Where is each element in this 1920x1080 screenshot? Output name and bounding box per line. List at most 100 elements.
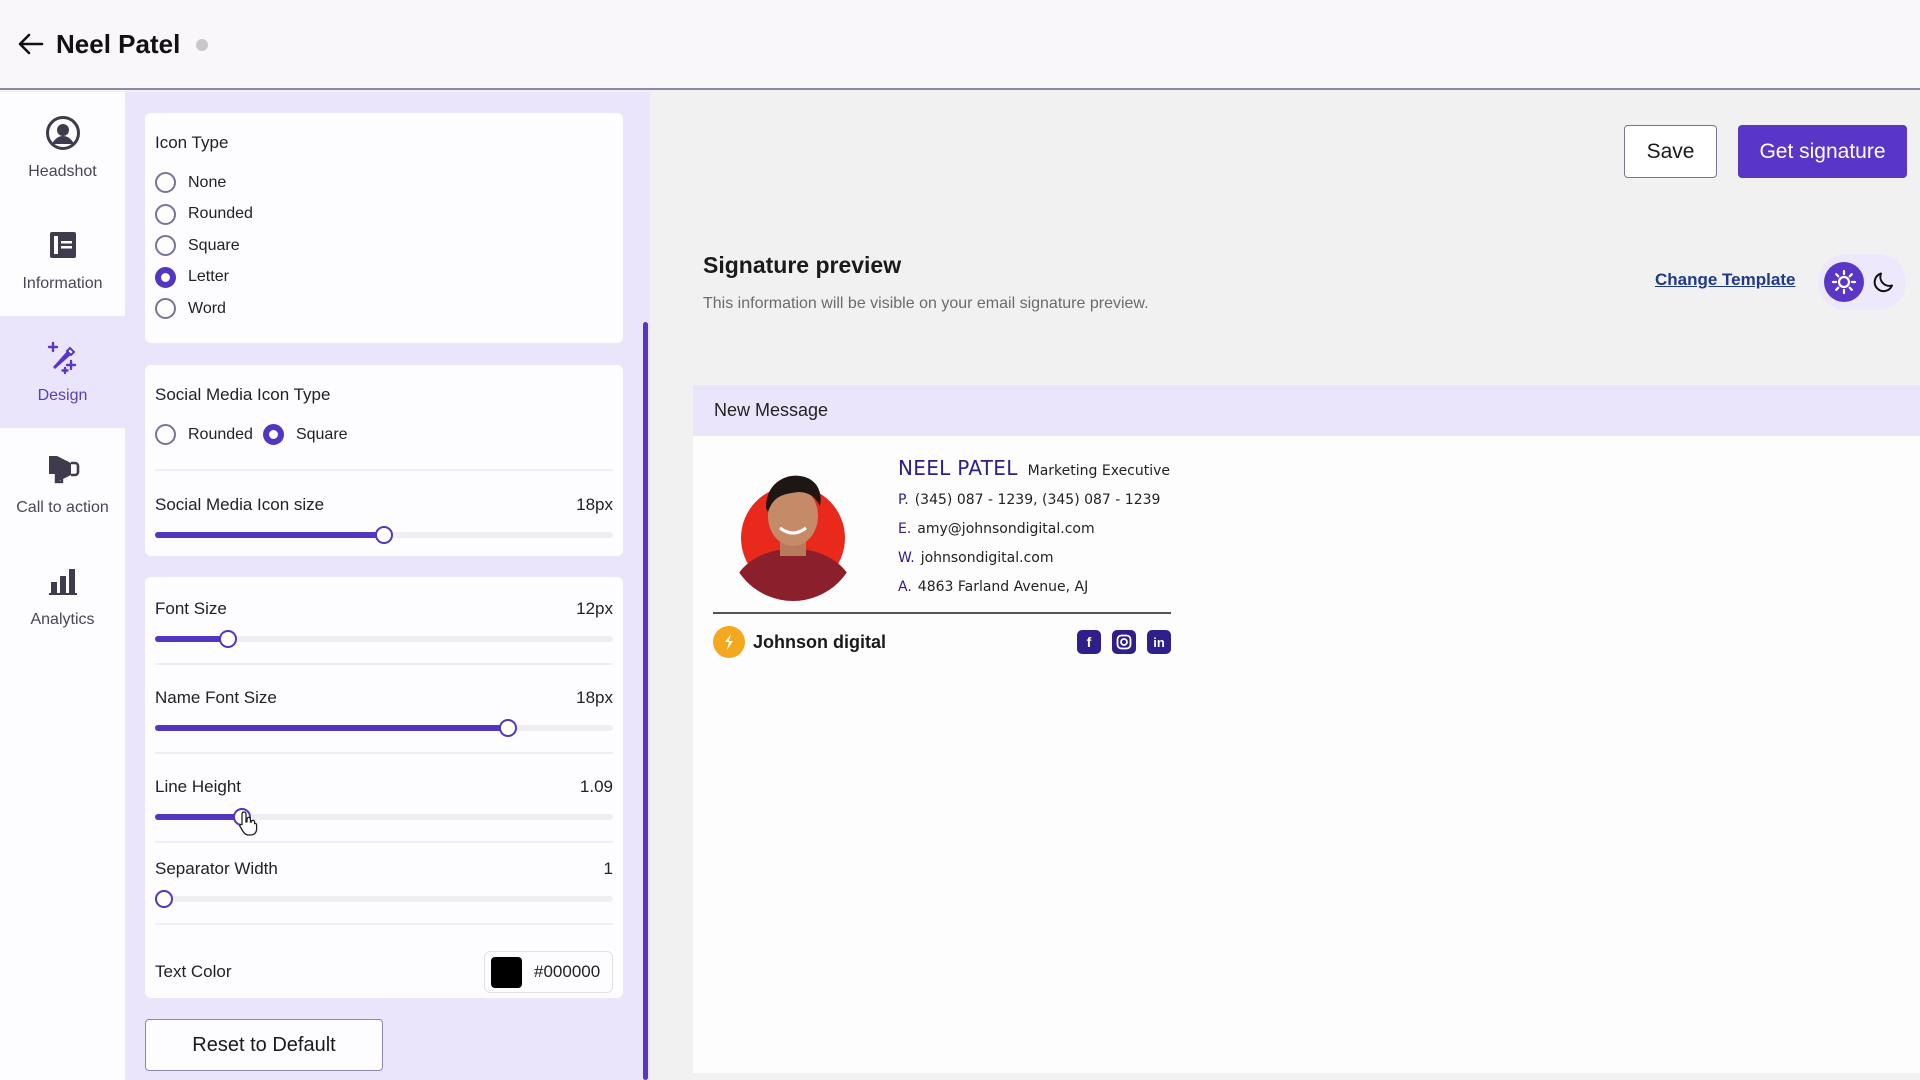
get-signature-button[interactable]: Get signature — [1738, 125, 1907, 178]
address-label: A. — [898, 579, 912, 595]
icon-type-title: Icon Type — [155, 133, 229, 152]
design-settings-panel: Icon Type None Rounded Square Letter Wor… — [125, 92, 650, 1080]
slider-track[interactable] — [155, 890, 613, 908]
color-hex-value: #000000 — [534, 962, 601, 981]
slider-track[interactable] — [155, 525, 613, 544]
sidebar-item-design[interactable]: Design — [0, 316, 125, 428]
social-icons: f in — [1066, 630, 1171, 654]
slider-label: Separator Width — [155, 859, 278, 878]
change-template-link[interactable]: Change Template — [1655, 270, 1795, 290]
email-signature: NEEL PATEL Marketing Executive P. (345) 0… — [713, 456, 1171, 658]
save-button[interactable]: Save — [1624, 125, 1717, 178]
social-media-card: Social Media Icon Type Rounded Square So… — [145, 365, 623, 556]
slider-thumb[interactable] — [219, 630, 238, 648]
slider-value: 1 — [603, 859, 613, 878]
sidebar-item-call-to-action[interactable]: Call to action — [0, 428, 125, 540]
headshot-image — [728, 466, 858, 601]
radio-button[interactable] — [155, 235, 176, 257]
social-icon-size-slider: Social Media Icon size 18px — [155, 495, 613, 544]
slider-label: Name Font Size — [155, 688, 277, 707]
divider — [155, 468, 613, 471]
signature-preview-title: Signature preview — [703, 252, 902, 278]
facebook-icon[interactable]: f — [1077, 630, 1101, 654]
theme-toggle — [1818, 254, 1906, 310]
radio-label: Square — [188, 236, 240, 254]
sidebar-item-label: Analytics — [30, 611, 95, 628]
typography-card: Font Size 12px Name Font Size 18px Line He… — [145, 577, 623, 998]
signature-preview-subtitle: This information will be visible on your… — [703, 295, 1149, 312]
radio-label: Word — [188, 299, 226, 317]
phone-label: P. — [898, 492, 909, 508]
icon-type-option-letter[interactable]: Letter — [155, 262, 613, 294]
slider-fill — [155, 636, 229, 642]
slider-track[interactable] — [155, 630, 613, 648]
radio-button-selected[interactable] — [262, 424, 284, 446]
color-swatch[interactable] — [491, 956, 522, 988]
sidebar-item-label: Call to action — [16, 499, 109, 516]
dark-theme-button[interactable] — [1864, 262, 1904, 302]
info-card-icon — [45, 227, 81, 263]
reset-to-default-button[interactable]: Reset to Default — [145, 1019, 383, 1071]
sidebar-item-label: Information — [22, 275, 103, 292]
slider-track[interactable] — [155, 719, 613, 737]
slider-thumb[interactable] — [155, 890, 174, 908]
social-icon-type-option-square[interactable]: Square — [262, 419, 348, 451]
light-theme-button[interactable] — [1824, 262, 1864, 302]
slider-fill — [155, 814, 243, 820]
instagram-icon[interactable] — [1112, 630, 1136, 654]
user-circle-icon — [45, 115, 81, 151]
page-title: Neel Patel — [56, 28, 181, 59]
radio-label: Rounded — [188, 425, 253, 443]
settings-scrollbar[interactable] — [643, 322, 648, 1080]
magic-wand-icon — [45, 339, 81, 375]
social-icon-type-option-rounded[interactable]: Rounded — [155, 419, 253, 451]
sidebar-item-information[interactable]: Information — [0, 204, 125, 316]
icon-type-option-word[interactable]: Word — [155, 293, 613, 325]
radio-label: Rounded — [188, 205, 253, 223]
sidebar-item-analytics[interactable]: Analytics — [0, 540, 125, 652]
sidebar: Headshot Information Design Call to acti… — [0, 92, 125, 1080]
linkedin-icon[interactable]: in — [1147, 630, 1171, 654]
bar-chart-icon — [45, 563, 81, 599]
status-dot — [196, 39, 209, 51]
radio-button[interactable] — [155, 298, 176, 320]
company-name: Johnson digital — [753, 631, 886, 652]
slider-value: 18px — [576, 688, 613, 707]
sidebar-item-headshot[interactable]: Headshot — [0, 92, 125, 204]
signature-phone: P. (345) 087 - 1239, (345) 087 - 1239 — [898, 492, 1170, 508]
icon-type-option-rounded[interactable]: Rounded — [155, 199, 613, 231]
icon-type-option-square[interactable]: Square — [155, 230, 613, 262]
signature-details: NEEL PATEL Marketing Executive P. (345) 0… — [898, 456, 1170, 596]
text-color-picker[interactable]: #000000 — [484, 951, 613, 993]
name-font-size-slider: Name Font Size 18px — [155, 688, 613, 737]
back-button[interactable] — [16, 29, 46, 59]
moon-icon — [1873, 272, 1893, 293]
radio-button[interactable] — [155, 424, 176, 446]
slider-value: 1.09 — [579, 777, 613, 796]
new-message-bar: New Message — [693, 385, 1920, 436]
email-value[interactable]: amy@johnsondigital.com — [917, 521, 1094, 537]
icon-type-option-none[interactable]: None — [155, 167, 613, 199]
radio-button-selected[interactable] — [155, 266, 176, 288]
website-value[interactable]: johnsondigital.com — [921, 550, 1054, 566]
slider-track[interactable] — [155, 808, 613, 826]
social-icon-type-title: Social Media Icon Type — [155, 385, 331, 404]
signature-name: NEEL PATEL — [898, 456, 1018, 480]
company-logo-icon — [713, 626, 745, 658]
radio-button[interactable] — [155, 203, 176, 225]
divider — [155, 841, 613, 843]
slider-label: Font Size — [155, 599, 227, 618]
separator-width-slider: Separator Width 1 — [155, 859, 613, 908]
slider-thumb[interactable] — [375, 525, 393, 544]
divider — [155, 752, 613, 754]
text-color-row: Text Color #000000 — [155, 951, 613, 993]
megaphone-icon — [45, 451, 81, 487]
radio-button[interactable] — [155, 172, 176, 194]
preview-area: Save Get signature Signature preview Thi… — [650, 92, 1920, 1080]
slider-value: 12px — [576, 599, 613, 618]
slider-thumb[interactable] — [498, 719, 517, 737]
signature-website: W. johnsondigital.com — [898, 550, 1170, 566]
arrow-left-icon — [18, 33, 44, 55]
phone-value: (345) 087 - 1239, (345) 087 - 1239 — [914, 492, 1161, 508]
text-color-label: Text Color — [155, 962, 232, 981]
